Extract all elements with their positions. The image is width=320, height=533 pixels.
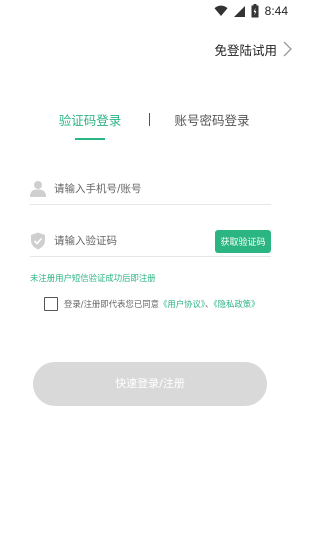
phone-input[interactable] [54,179,204,199]
register-hint: 未注册用户短信验证成功后即注册 [30,273,156,283]
code-input[interactable] [54,231,204,251]
shield-icon [31,232,45,250]
agreement-text: 登录/注册即代表您已同意《用户协议》、《隐私政策》 [64,298,259,310]
code-field: 获取验证码 [30,227,271,257]
agreement-prefix: 登录/注册即代表您已同意 [64,299,159,309]
quick-login-button[interactable]: 快速登录/注册 [33,362,267,406]
tab-password-login[interactable]: 账号密码登录 [172,110,252,140]
agreement-checkbox[interactable] [44,297,58,311]
status-time: 8:44 [264,4,288,18]
privacy-policy-link[interactable]: 《隐私政策》 [213,299,259,309]
user-agreement-link[interactable]: 《用户协议》 [159,299,205,309]
skip-login-label: 免登陆试用 [214,42,277,58]
chevron-right-icon [283,41,292,57]
tab-divider [149,113,150,126]
wifi-icon [214,5,228,16]
phone-field [30,175,271,205]
battery-icon [251,4,259,18]
active-tab-indicator [75,138,105,140]
user-icon [30,181,46,197]
agreement-row: 登录/注册即代表您已同意《用户协议》、《隐私政策》 [44,296,284,312]
status-icons: 8:44 [214,3,288,19]
login-tabs: 验证码登录 账号密码登录 [0,110,300,140]
status-bar: 8:44 [0,0,300,22]
signal-icon [233,5,245,17]
get-code-button[interactable]: 获取验证码 [215,230,271,253]
tab-sms-login[interactable]: 验证码登录 [55,110,125,140]
skip-login-button[interactable]: 免登陆试用 [214,38,292,60]
